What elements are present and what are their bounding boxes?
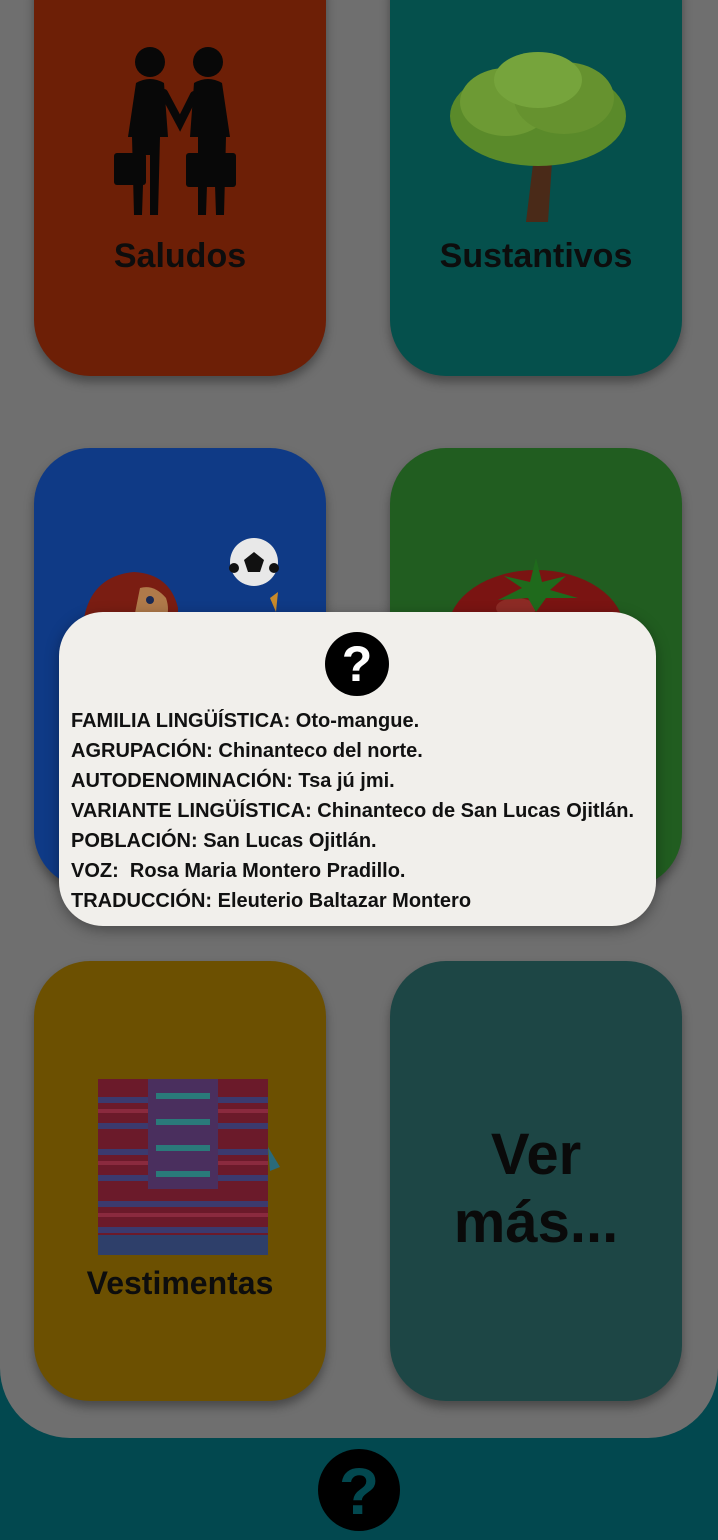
category-card-sustantivos[interactable]: Sustantivos [390, 0, 682, 376]
info-line-agrupacion: AGRUPACIÓN: Chinanteco del norte. [71, 740, 423, 762]
info-line-autodenominacion: AUTODENOMINACIÓN: Tsa jú jmi. [71, 770, 395, 792]
info-line-traduccion: TRADUCCIÓN: Eleuterio Baltazar Montero [71, 890, 472, 912]
help-icon[interactable]: ? [318, 1449, 400, 1531]
card-label-vestimentas: Vestimentas [86, 1265, 274, 1301]
card-label-sustantivos: Sustantivos [439, 237, 633, 275]
soccer-boy-icon [84, 538, 279, 618]
language-info-list: FAMILIA LINGÜÍSTICA: Oto-mangue. AGRUPAC… [71, 706, 651, 916]
tree-icon [450, 52, 626, 222]
language-info-dialog: ? FAMILIA LINGÜÍSTICA: Oto-mangue. AGRUP… [59, 612, 656, 926]
handshake-icon [114, 47, 236, 215]
category-card-ver-mas[interactable]: Ver más... [390, 961, 682, 1401]
question-icon: ? [325, 632, 389, 696]
info-line-voz: VOZ: Rosa Maria Montero Pradillo. [71, 860, 406, 882]
ver-mas-line-1: Ver [490, 1122, 582, 1187]
info-line-familia: FAMILIA LINGÜÍSTICA: Oto-mangue. [71, 710, 420, 732]
ver-mas-label: Ver más... [390, 1121, 682, 1257]
info-line-variante: VARIANTE LINGÜÍSTICA: Chinanteco de San … [71, 800, 635, 822]
card-label-saludos: Saludos [113, 237, 247, 275]
category-card-vestimentas[interactable]: Vestimentas [34, 961, 326, 1401]
ver-mas-line-2: más... [453, 1190, 619, 1255]
info-line-poblacion: POBLACIÓN: San Lucas Ojitlán. [71, 830, 377, 852]
category-card-saludos[interactable]: Saludos [34, 0, 326, 376]
huipil-icon [98, 1079, 280, 1255]
